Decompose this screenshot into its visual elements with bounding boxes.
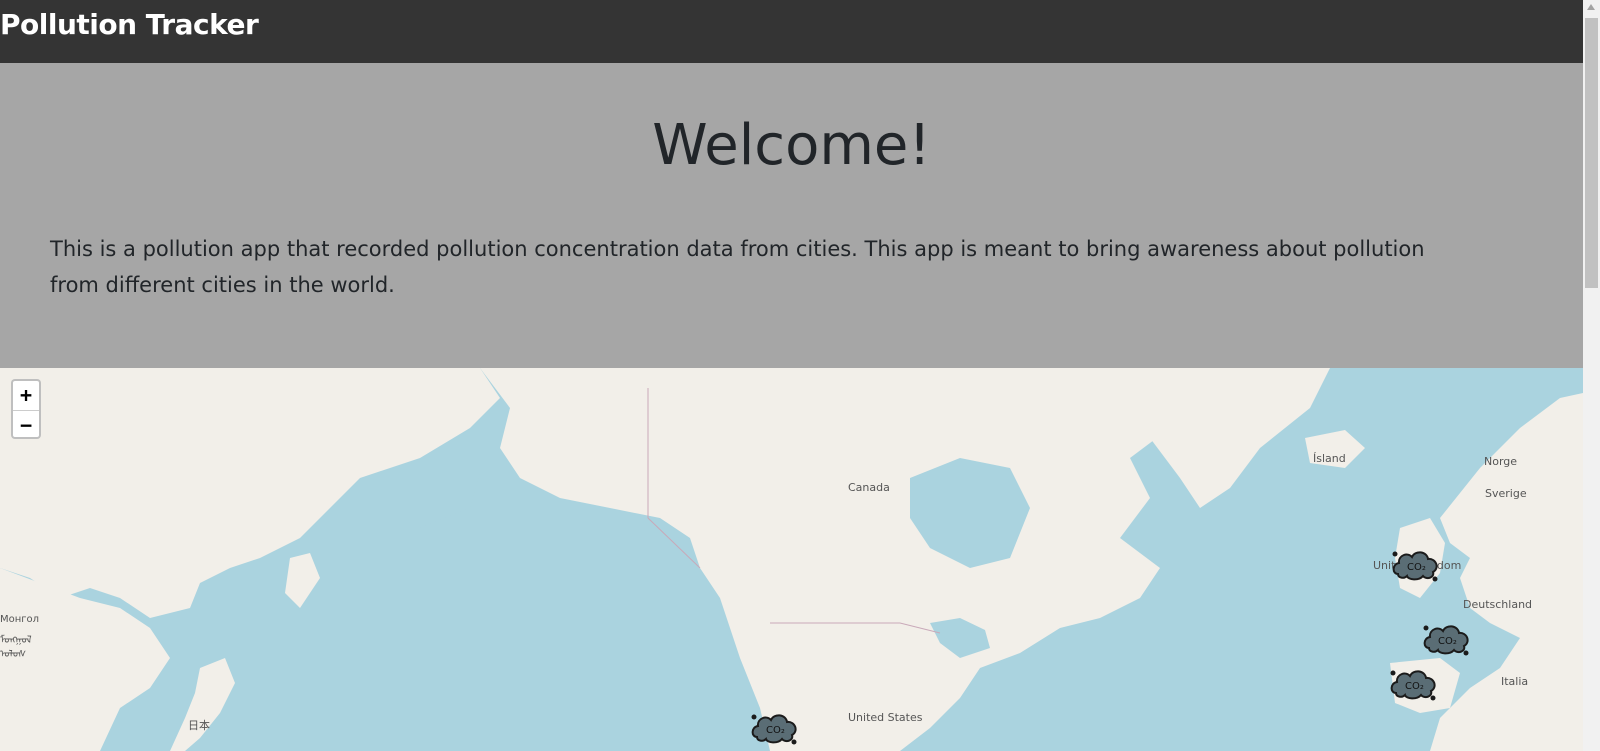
co2-cloud-icon: CO₂ [1423, 625, 1469, 656]
scroll-up-arrow-icon[interactable] [1587, 4, 1595, 10]
label-mongol-1: Монгол [0, 614, 40, 625]
map-tiles [0, 368, 1583, 751]
label-deutschland: Deutschland [1463, 598, 1533, 611]
co2-marker-united-states[interactable]: CO₂ [749, 709, 801, 749]
label-united-states: United States [848, 711, 923, 724]
co2-marker-spain[interactable]: CO₂ [1388, 665, 1440, 705]
label-italia: Italia [1501, 675, 1529, 688]
label-norge: Norge [1484, 455, 1518, 468]
co2-cloud-icon: CO₂ [1392, 551, 1438, 582]
co2-marker-united-kingdom[interactable]: CO₂ [1390, 546, 1442, 586]
navbar: Pollution Tracker [0, 0, 1583, 63]
welcome-jumbotron: Welcome! This is a pollution app that re… [0, 63, 1583, 368]
co2-marker-france[interactable]: CO₂ [1421, 620, 1473, 660]
welcome-description: This is a pollution app that recorded po… [50, 237, 1425, 297]
co2-marker-text: CO₂ [766, 725, 785, 736]
co2-marker-text: CO₂ [1405, 681, 1424, 692]
brand-title[interactable]: Pollution Tracker [0, 8, 259, 41]
co2-marker-text: CO₂ [1407, 562, 1426, 573]
label-sverige: Sverige [1485, 487, 1527, 500]
co2-cloud-icon: CO₂ [751, 714, 797, 745]
zoom-in-button[interactable]: + [13, 381, 39, 411]
label-canada: Canada [848, 481, 890, 494]
co2-marker-text: CO₂ [1438, 636, 1457, 647]
pollution-map[interactable]: Canada United States Ísland Norge Sverig… [0, 368, 1583, 751]
zoom-control: + − [11, 379, 41, 439]
zoom-out-button[interactable]: − [13, 411, 39, 440]
label-nihon: 日本 [188, 719, 210, 732]
label-mongol-3: ᠤᠯᠤᠰ [0, 649, 27, 660]
co2-cloud-icon: CO₂ [1390, 670, 1436, 701]
welcome-heading: Welcome! [652, 113, 931, 178]
label-island: Ísland [1313, 452, 1346, 465]
page-scrollbar[interactable] [1583, 0, 1600, 751]
scrollbar-thumb[interactable] [1585, 18, 1598, 288]
